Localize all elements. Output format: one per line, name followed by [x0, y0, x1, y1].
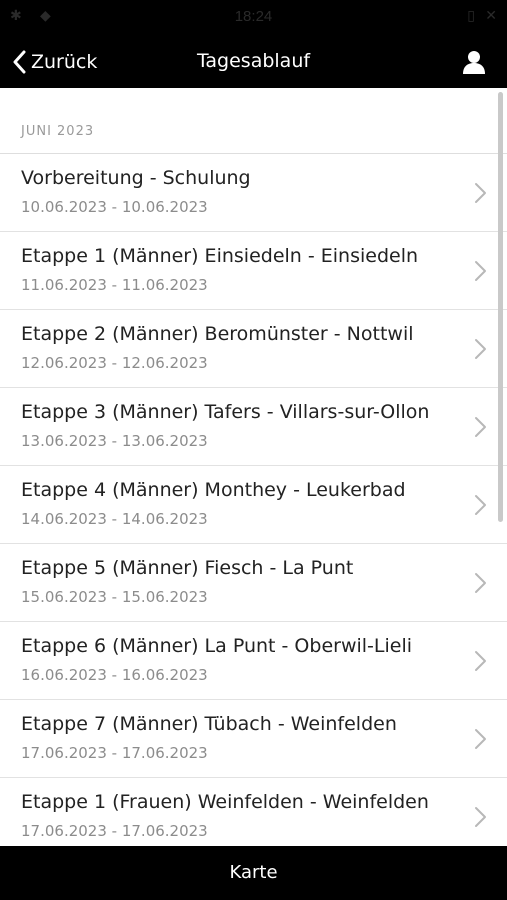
chevron-right-icon — [475, 651, 486, 671]
chevron-right-icon — [475, 339, 486, 359]
list-item-dates: 13.06.2023 - 13.06.2023 — [21, 432, 208, 450]
list-item-title: Etappe 1 (Frauen) Weinfelden - Weinfelde… — [21, 791, 429, 813]
list-item[interactable]: Etappe 4 (Männer) Monthey - Leukerbad 14.… — [0, 466, 507, 544]
list-item-title: Etappe 1 (Männer) Einsiedeln - Einsiedel… — [21, 245, 419, 267]
list-item-title: Etappe 2 (Männer) Beromünster - Nottwil — [21, 323, 414, 345]
list-item-dates: 17.06.2023 - 17.06.2023 — [21, 822, 208, 840]
list-item[interactable]: Etappe 1 (Männer) Einsiedeln - Einsiedel… — [0, 232, 507, 310]
list-item-title: Etappe 5 (Männer) Fiesch - La Punt — [21, 557, 354, 579]
list-item[interactable]: Etappe 1 (Frauen) Weinfelden - Weinfelde… — [0, 778, 507, 846]
chevron-right-icon — [475, 183, 486, 203]
bottom-bar: Karte — [0, 846, 507, 900]
schedule-list[interactable]: JUNI 2023 Vorbereitung - Schulung 10.06.2… — [0, 88, 507, 846]
list-item-title: Vorbereitung - Schulung — [21, 167, 251, 189]
chevron-right-icon — [475, 417, 486, 437]
profile-button[interactable] — [461, 49, 487, 75]
status-bar: ✱ ◆ 18:24 ▯ ✕ — [0, 0, 507, 35]
list-item[interactable]: Vorbereitung - Schulung 10.06.2023 - 10.0… — [0, 154, 507, 232]
section-header: JUNI 2023 — [0, 88, 507, 154]
list-item[interactable]: Etappe 3 (Männer) Tafers - Villars-sur-O… — [0, 388, 507, 466]
list-item-dates: 17.06.2023 - 17.06.2023 — [21, 744, 208, 762]
chevron-right-icon — [475, 261, 486, 281]
back-button[interactable]: Zurück — [12, 35, 97, 88]
map-button[interactable]: Karte — [0, 846, 507, 900]
battery-icon: ▯ — [467, 8, 475, 24]
chevron-right-icon — [475, 729, 486, 749]
status-time: 18:24 — [234, 8, 273, 25]
user-icon — [463, 51, 485, 74]
list-item-dates: 12.06.2023 - 12.06.2023 — [21, 354, 208, 372]
list-item-dates: 14.06.2023 - 14.06.2023 — [21, 510, 208, 528]
scrollbar[interactable] — [498, 92, 503, 522]
chevron-right-icon — [475, 495, 486, 515]
list-item[interactable]: Etappe 5 (Männer) Fiesch - La Punt 15.06.… — [0, 544, 507, 622]
navigation-bar: Zurück Tagesablauf — [0, 35, 507, 88]
wifi-icon: ✕ — [485, 8, 497, 24]
list-item[interactable]: Etappe 6 (Männer) La Punt - Oberwil-Liel… — [0, 622, 507, 700]
list-item-dates: 10.06.2023 - 10.06.2023 — [21, 198, 208, 216]
chevron-right-icon — [475, 573, 486, 593]
chevron-right-icon — [475, 807, 486, 827]
list-item-dates: 16.06.2023 - 16.06.2023 — [21, 666, 208, 684]
list-item-dates: 11.06.2023 - 11.06.2023 — [21, 276, 208, 294]
list-item-title: Etappe 4 (Männer) Monthey - Leukerbad — [21, 479, 406, 501]
list-item-dates: 15.06.2023 - 15.06.2023 — [21, 588, 208, 606]
list-item[interactable]: Etappe 7 (Männer) Tübach - Weinfelden 17.… — [0, 700, 507, 778]
list-item-title: Etappe 6 (Männer) La Punt - Oberwil-Liel… — [21, 635, 413, 657]
list-item[interactable]: Etappe 2 (Männer) Beromünster - Nottwil 1… — [0, 310, 507, 388]
back-button-label: Zurück — [31, 50, 98, 73]
chevron-left-icon — [13, 50, 26, 73]
list-item-title: Etappe 3 (Männer) Tafers - Villars-sur-O… — [21, 401, 430, 423]
list-item-title: Etappe 7 (Männer) Tübach - Weinfelden — [21, 713, 397, 735]
